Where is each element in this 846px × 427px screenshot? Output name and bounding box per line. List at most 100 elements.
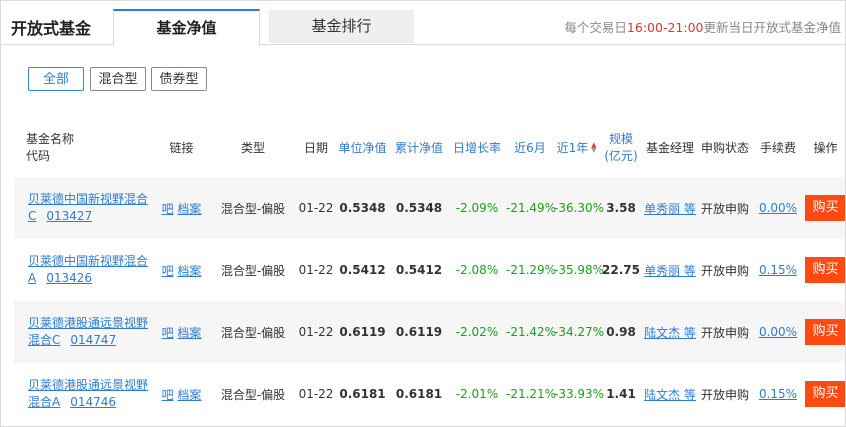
fee-cell: 0.00% (752, 301, 804, 363)
manager-link[interactable]: 陆文杰 等 (644, 388, 696, 402)
col-code-label: 代码 (26, 149, 51, 163)
type-cell: 混合型-偏股 (220, 325, 286, 340)
fee-link[interactable]: 0.15% (759, 387, 797, 401)
manager-cell: 单秀丽 等 (642, 177, 698, 239)
profile-link[interactable]: 档案 (177, 202, 201, 216)
status-cell: 开放申购 (700, 263, 749, 278)
col-date: 日期 (303, 140, 328, 155)
links-cell: 吧 档案 (154, 363, 209, 425)
manager-cell: 陆文杰 等 (642, 363, 698, 425)
acc-nav-cell: 0.5348 (395, 201, 443, 215)
fee-link[interactable]: 0.00% (759, 325, 797, 339)
daily-growth-cell: -2.08% (455, 263, 499, 277)
fund-name-suffix-link[interactable]: 混合C (28, 333, 60, 347)
col-scale-label: 规模 (608, 132, 633, 146)
daily-growth-cell: -2.01% (455, 387, 499, 401)
manager-link[interactable]: 单秀丽 等 (644, 202, 696, 216)
fund-code-link[interactable]: 014746 (70, 395, 116, 409)
fund-name-link[interactable]: 贝莱德中国新视野混合 (28, 192, 148, 206)
table-row: 贝莱德港股通远景视野 混合C 014747 吧 档案 混合型-偏股 01-22 0.… (14, 301, 845, 363)
fund-code-link[interactable]: 013427 (46, 209, 92, 223)
col-unit-nav[interactable]: 单位净值 (335, 117, 390, 177)
links-cell: 吧 档案 (154, 177, 209, 239)
fee-link[interactable]: 0.00% (759, 201, 797, 215)
date-cell: 01-22 (298, 263, 334, 277)
col-one-year[interactable]: 近1年 ▲ ▼ (554, 117, 600, 177)
col-action: 操作 (813, 140, 838, 155)
fund-name-link[interactable]: 贝莱德中国新视野混合 (28, 254, 148, 268)
acc-nav-cell: 0.6119 (395, 325, 443, 339)
fund-table: 基金名称 代码 链接 类型 日期 单位净值 累计净值 日增长率 近6月 近1年 ▲ ▼… (14, 117, 845, 425)
col-six-month[interactable]: 近6月 (506, 117, 554, 177)
fund-name-cell: 贝莱德港股通远景视野 混合C 014747 (14, 301, 154, 363)
filter-hybrid-button[interactable]: 混合型 (90, 67, 146, 91)
col-fee: 手续费 (759, 140, 796, 155)
six-month-cell: -21.49% (506, 201, 557, 215)
fund-name-cell: 贝莱德港股通远景视野 混合A 014746 (14, 363, 154, 425)
unit-nav-cell: 0.6181 (339, 387, 386, 401)
fund-name-suffix-link[interactable]: A (28, 271, 36, 285)
fee-link[interactable]: 0.15% (759, 263, 797, 277)
daily-growth-cell: -2.02% (455, 325, 499, 339)
one-year-cell: -36.30% (554, 201, 605, 215)
six-month-cell: -21.42% (506, 325, 557, 339)
table-header-row: 基金名称 代码 链接 类型 日期 单位净值 累计净值 日增长率 近6月 近1年 ▲ ▼… (14, 117, 845, 177)
one-year-cell: -33.93% (554, 387, 605, 401)
acc-nav-cell: 0.5412 (395, 263, 443, 277)
daily-growth-cell: -2.09% (455, 201, 499, 215)
buy-button[interactable]: 购买 (804, 319, 845, 345)
unit-nav-cell: 0.5412 (339, 263, 386, 277)
status-cell: 开放申购 (700, 387, 749, 402)
col-fund-name: 基金名称 代码 (14, 117, 154, 177)
table-row: 贝莱德中国新视野混合 C 013427 吧 档案 混合型-偏股 01-22 0.53… (14, 177, 845, 239)
six-month-cell: -21.29% (506, 263, 557, 277)
fund-name-link[interactable]: 贝莱德港股通远景视野 (28, 378, 148, 392)
forum-link[interactable]: 吧 (162, 264, 174, 278)
links-cell: 吧 档案 (154, 301, 209, 363)
buy-button[interactable]: 购买 (804, 381, 845, 407)
header-bar: 开放式基金 基金净值 基金排行 每个交易日16:00-21:00更新当日开放式基… (1, 1, 845, 47)
manager-link[interactable]: 单秀丽 等 (644, 264, 696, 278)
date-cell: 01-22 (298, 201, 334, 215)
fund-panel: 开放式基金 基金净值 基金排行 每个交易日16:00-21:00更新当日开放式基… (0, 0, 846, 427)
one-year-cell: -35.98% (554, 263, 605, 277)
action-cell: 购买 (804, 363, 845, 425)
fund-name-suffix-link[interactable]: C (28, 209, 36, 223)
tab-fund-ranking[interactable]: 基金排行 (269, 10, 414, 43)
fund-code-link[interactable]: 013426 (46, 271, 92, 285)
col-scale[interactable]: 规模 (亿元) (600, 117, 642, 177)
col-manager: 基金经理 (645, 140, 694, 155)
manager-link[interactable]: 陆文杰 等 (644, 326, 696, 340)
links-cell: 吧 档案 (154, 239, 209, 301)
date-cell: 01-22 (298, 387, 334, 401)
fund-code-link[interactable]: 014747 (70, 333, 116, 347)
profile-link[interactable]: 档案 (177, 264, 201, 278)
col-acc-nav[interactable]: 累计净值 (390, 117, 448, 177)
forum-link[interactable]: 吧 (162, 202, 174, 216)
forum-link[interactable]: 吧 (162, 326, 174, 340)
fund-name-link[interactable]: 贝莱德港股通远景视野 (28, 316, 148, 330)
scale-cell: 1.41 (606, 387, 636, 401)
type-cell: 混合型-偏股 (220, 263, 286, 278)
fund-name-suffix-link[interactable]: 混合A (28, 395, 60, 409)
action-cell: 购买 (804, 239, 845, 301)
notice-time: 16:00-21:00 (626, 20, 704, 35)
fund-name-cell: 贝莱德中国新视野混合 C 013427 (14, 177, 154, 239)
forum-link[interactable]: 吧 (162, 388, 174, 402)
profile-link[interactable]: 档案 (177, 388, 201, 402)
filter-bond-button[interactable]: 债券型 (151, 67, 207, 91)
fee-cell: 0.00% (752, 177, 804, 239)
status-cell: 开放申购 (700, 201, 749, 216)
col-one-year-label: 近1年 (556, 140, 589, 155)
profile-link[interactable]: 档案 (177, 326, 201, 340)
update-notice: 每个交易日16:00-21:00更新当日开放式基金净值 (564, 17, 841, 36)
col-purchase-status: 申购状态 (700, 140, 749, 155)
table-row: 贝莱德中国新视野混合 A 013426 吧 档案 混合型-偏股 01-22 0.54… (14, 239, 845, 301)
type-cell: 混合型-偏股 (220, 201, 286, 216)
buy-button[interactable]: 购买 (804, 195, 845, 221)
filter-all-button[interactable]: 全部 (28, 67, 84, 91)
buy-button[interactable]: 购买 (804, 257, 845, 283)
tab-fund-nav[interactable]: 基金净值 (113, 9, 260, 47)
col-scale-unit: (亿元) (604, 149, 638, 163)
col-daily-growth[interactable]: 日增长率 (448, 117, 506, 177)
